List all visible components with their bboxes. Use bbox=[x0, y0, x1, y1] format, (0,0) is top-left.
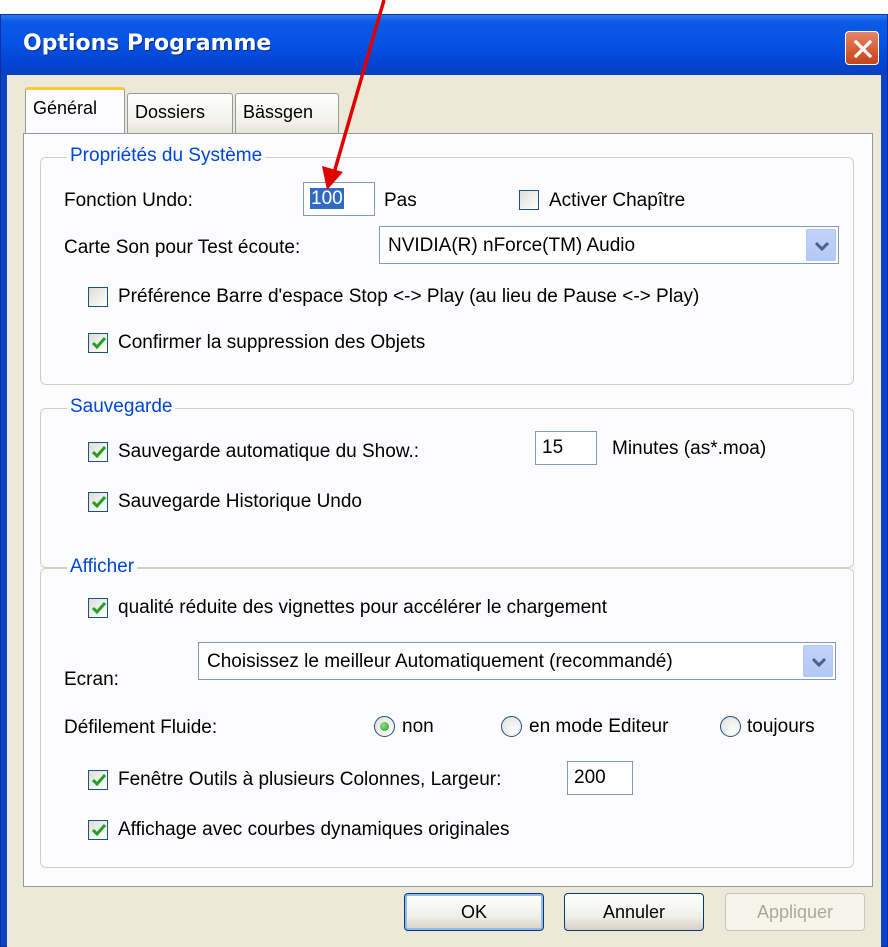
annotation-arrow bbox=[322, 0, 386, 190]
